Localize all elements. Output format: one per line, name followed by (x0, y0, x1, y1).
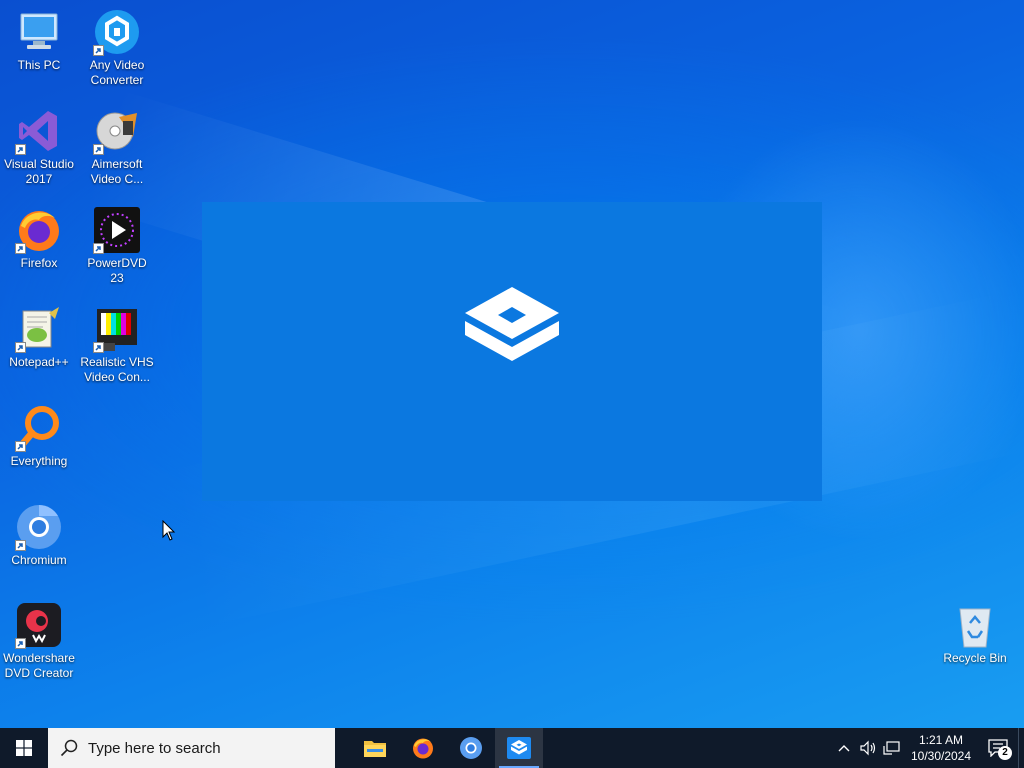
clock-time: 1:21 AM (918, 733, 964, 747)
icon-label: Any Video Converter (89, 58, 145, 87)
shortcut-arrow-icon (15, 638, 26, 649)
desktop-icon-this-pc[interactable]: This PC (0, 8, 78, 73)
icon-label: Realistic VHS Video Con... (80, 355, 154, 384)
desktop-icon-wondershare[interactable]: Wondershare DVD Creator (0, 601, 78, 681)
system-tray: 1:21 AM 10/30/2024 2 (832, 728, 1024, 768)
firefox-icon (413, 738, 433, 759)
shortcut-arrow-icon (15, 540, 26, 551)
desktop-icon-everything[interactable]: Everything (0, 404, 78, 469)
desktop-icon-notepadpp[interactable]: Notepad++ (0, 305, 78, 370)
show-desktop-button[interactable] (1018, 728, 1024, 768)
sandbox-box-icon (463, 285, 561, 368)
icon-label: Recycle Bin (943, 651, 1007, 665)
windows-logo-icon (16, 740, 32, 756)
shortcut-arrow-icon (93, 342, 104, 353)
desktop-icon-recycle-bin[interactable]: Recycle Bin (936, 601, 1014, 666)
icon-label: Aimersoft Video C... (90, 157, 144, 186)
taskbar: Type here to search 1:21 AM 10/30/2024 2 (0, 728, 1024, 768)
taskbar-app-chromium[interactable] (447, 728, 495, 768)
volume-icon[interactable] (856, 728, 880, 768)
desktop-icon-firefox[interactable]: Firefox (0, 206, 78, 271)
shortcut-arrow-icon (93, 243, 104, 254)
taskbar-app-firefox[interactable] (399, 728, 447, 768)
icon-label: PowerDVD 23 (87, 256, 147, 285)
computer-icon (15, 8, 63, 56)
network-icon[interactable] (880, 728, 904, 768)
icon-label: Visual Studio 2017 (4, 157, 74, 186)
desktop-icon-aimersoft[interactable]: Aimersoft Video C... (78, 107, 156, 187)
taskbar-app-file-explorer[interactable] (351, 728, 399, 768)
shortcut-arrow-icon (15, 243, 26, 254)
any-video-converter-icon (93, 8, 141, 56)
taskbar-clock[interactable]: 1:21 AM 10/30/2024 (908, 732, 974, 764)
desktop-icon-any-video-converter[interactable]: Any Video Converter (78, 8, 156, 88)
shortcut-arrow-icon (15, 441, 26, 452)
taskbar-search-box[interactable]: Type here to search (48, 728, 335, 768)
icon-label: Firefox (20, 256, 58, 270)
show-hidden-icons-chevron-up-icon[interactable] (832, 728, 856, 768)
start-button[interactable] (0, 728, 48, 768)
notification-count-badge: 2 (998, 746, 1012, 760)
shortcut-arrow-icon (93, 144, 104, 155)
search-icon (60, 739, 78, 757)
everything-search-icon (15, 404, 63, 452)
icon-label: Wondershare DVD Creator (3, 651, 75, 680)
icon-label: This PC (17, 58, 61, 72)
sandbox-splash-window (202, 202, 822, 501)
icon-label: Notepad++ (9, 355, 69, 369)
desktop-icon-powerdvd[interactable]: PowerDVD 23 (78, 206, 156, 286)
shortcut-arrow-icon (15, 342, 26, 353)
sandbox-box-icon (507, 737, 531, 759)
aimersoft-icon (93, 107, 141, 155)
chromium-icon (460, 737, 482, 759)
action-center-button[interactable]: 2 (978, 728, 1018, 768)
vhs-icon (93, 305, 141, 353)
desktop-icon-visual-studio[interactable]: Visual Studio 2017 (0, 107, 78, 187)
recycle-bin-icon (951, 601, 999, 649)
chromium-icon (15, 503, 63, 551)
clock-date: 10/30/2024 (910, 749, 972, 763)
icon-label: Everything (10, 454, 68, 468)
icon-label: Chromium (11, 553, 67, 567)
desktop-icon-realistic-vhs[interactable]: Realistic VHS Video Con... (78, 305, 156, 385)
powerdvd-icon (93, 206, 141, 254)
search-placeholder: Type here to search (88, 739, 221, 757)
shortcut-arrow-icon (15, 144, 26, 155)
shortcut-arrow-icon (93, 45, 104, 56)
folder-icon (364, 741, 386, 757)
notepadpp-icon (15, 305, 63, 353)
visual-studio-icon (15, 107, 63, 155)
taskbar-app-windows-sandbox[interactable] (495, 728, 543, 768)
wondershare-icon (15, 601, 63, 649)
desktop-icon-chromium[interactable]: Chromium (0, 503, 78, 568)
firefox-icon (15, 206, 63, 254)
mouse-cursor-icon (162, 520, 176, 541)
